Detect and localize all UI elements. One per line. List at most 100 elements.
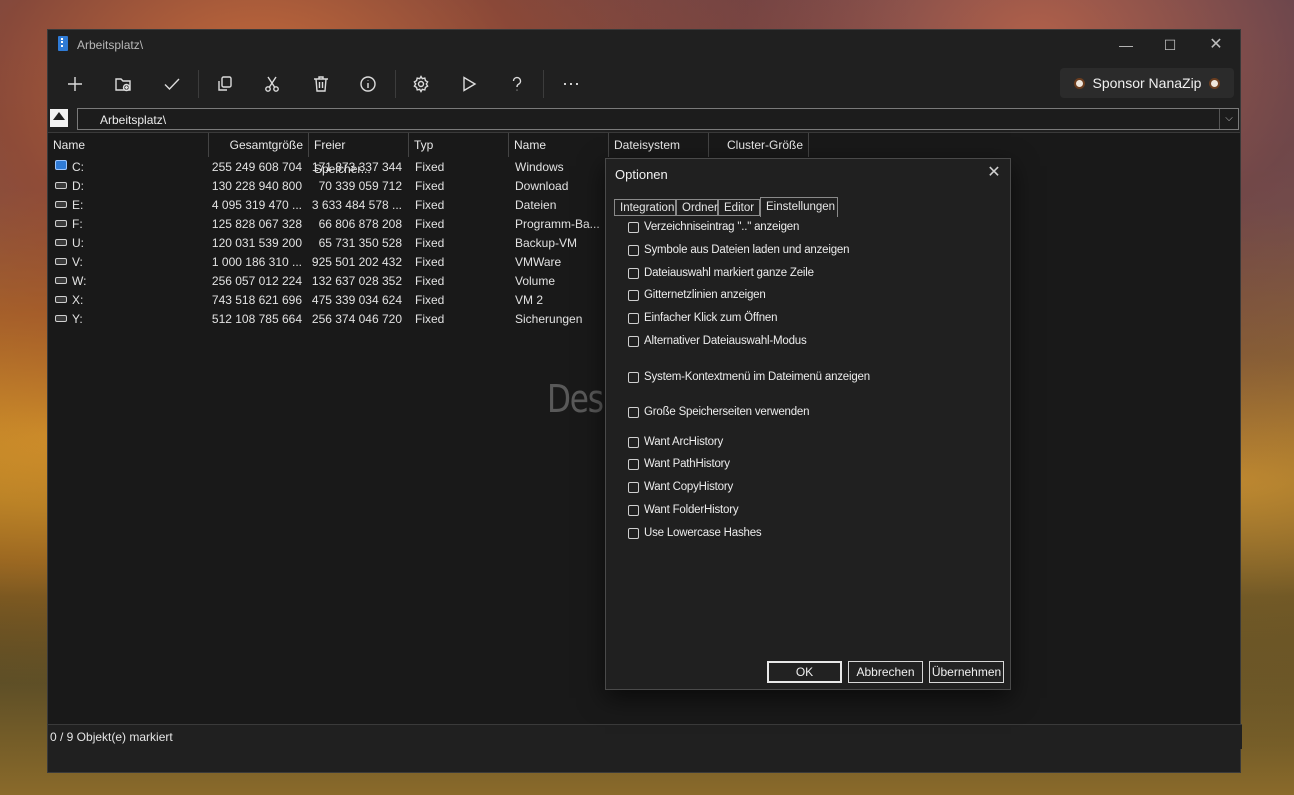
drive-icon — [55, 315, 67, 322]
toolbar: ⋯ Sponsor NanaZip — [48, 60, 1240, 106]
column-header-total-size[interactable]: Gesamtgröße — [209, 133, 309, 157]
checkbox[interactable] — [628, 244, 639, 256]
drive-icon — [55, 220, 67, 227]
volume-label-cell: Dateien — [515, 198, 557, 212]
volume-label-cell: VMWare — [515, 255, 562, 269]
column-header-cluster-size[interactable]: Cluster-Größe — [709, 133, 809, 157]
copy-icon — [218, 76, 232, 91]
total-size-cell: 255 249 608 704 — [211, 160, 302, 174]
checkbox[interactable] — [628, 458, 639, 470]
chevron-down-icon[interactable]: ⌵ — [1219, 109, 1238, 129]
benchmark-button[interactable] — [453, 68, 485, 100]
option-checkbox-row[interactable]: Verzeichniseintrag ".." anzeigen — [628, 219, 799, 235]
type-cell: Fixed — [415, 236, 445, 250]
folder-extract-icon — [115, 78, 131, 92]
column-header-type[interactable]: Typ — [409, 133, 509, 157]
option-checkbox-row[interactable]: Einfacher Klick zum Öffnen — [628, 310, 777, 326]
help-button[interactable] — [501, 68, 533, 100]
checkbox[interactable] — [628, 312, 639, 324]
tab-integration[interactable]: Integration — [614, 199, 676, 216]
free-space-cell: 925 501 202 432 — [311, 255, 402, 269]
maximize-button[interactable]: ☐ — [1148, 32, 1192, 58]
checkbox[interactable] — [628, 335, 639, 347]
apply-button[interactable]: Übernehmen — [929, 661, 1004, 683]
settings-button[interactable] — [405, 68, 437, 100]
move-button[interactable] — [256, 68, 288, 100]
add-button[interactable] — [59, 68, 91, 100]
option-checkbox-row[interactable]: Gitternetzlinien anzeigen — [628, 287, 766, 303]
drive-icon — [55, 201, 67, 208]
checkbox[interactable] — [628, 504, 639, 516]
option-label: Einfacher Klick zum Öffnen — [644, 312, 778, 324]
delete-button[interactable] — [305, 68, 337, 100]
free-space-cell: 66 806 878 208 — [318, 217, 402, 231]
option-checkbox-row[interactable]: Want PathHistory — [628, 456, 730, 472]
type-cell: Fixed — [415, 217, 445, 231]
checkbox[interactable] — [628, 436, 639, 448]
type-cell: Fixed — [415, 312, 445, 326]
checkbox[interactable] — [628, 481, 639, 493]
option-checkbox-row[interactable]: Symbole aus Dateien laden und anzeigen — [628, 242, 850, 258]
option-label: Want ArcHistory — [644, 436, 724, 448]
option-checkbox-row[interactable]: Alternativer Dateiauswahl-Modus — [628, 333, 807, 349]
type-cell: Fixed — [415, 179, 445, 193]
column-header-free-space[interactable]: Freier Speicher... — [309, 133, 409, 176]
column-header-name[interactable]: Name — [48, 133, 209, 157]
checkbox[interactable] — [628, 289, 639, 301]
option-checkbox-row[interactable]: Want ArcHistory — [628, 434, 723, 450]
tab-editor[interactable]: Editor — [718, 199, 760, 216]
free-space-cell: 70 339 059 712 — [318, 179, 402, 193]
copy-button[interactable] — [209, 68, 241, 100]
scissors-icon — [265, 76, 279, 92]
tab-ordner[interactable]: Ordner — [676, 199, 718, 216]
option-label: Verzeichniseintrag ".." anzeigen — [644, 221, 800, 233]
test-button[interactable] — [156, 68, 188, 100]
checkmark-icon — [164, 78, 180, 91]
column-header-filesystem[interactable]: Dateisystem — [609, 133, 709, 157]
address-input[interactable]: Arbeitsplatz\ ⌵ — [77, 108, 1239, 130]
option-checkbox-row[interactable]: Große Speicherseiten verwenden — [628, 404, 810, 420]
drive-name-cell: U: — [72, 236, 84, 250]
option-checkbox-row[interactable]: Want FolderHistory — [628, 502, 739, 518]
info-button[interactable] — [352, 68, 384, 100]
drive-icon — [55, 277, 67, 284]
option-label: Dateiauswahl markiert ganze Zeile — [644, 267, 814, 279]
close-button[interactable]: ✕ — [1194, 32, 1238, 58]
volume-label-cell: Sicherungen — [515, 312, 583, 326]
option-label: Symbole aus Dateien laden und anzeigen — [644, 244, 850, 256]
dialog-close-button[interactable]: ✕ — [984, 163, 1004, 183]
option-checkbox-row[interactable]: Use Lowercase Hashes — [628, 525, 762, 541]
minimize-button[interactable]: — — [1104, 32, 1148, 58]
free-space-cell: 475 339 034 624 — [311, 293, 402, 307]
checkbox[interactable] — [628, 371, 639, 383]
play-icon — [463, 76, 477, 92]
option-label: Gitternetzlinien anzeigen — [644, 289, 766, 301]
type-cell: Fixed — [415, 160, 445, 174]
up-folder-icon[interactable] — [50, 109, 68, 127]
checkbox[interactable] — [628, 527, 639, 539]
dialog-title: Optionen — [615, 167, 668, 182]
type-cell: Fixed — [415, 293, 445, 307]
more-button[interactable]: ⋯ — [555, 68, 587, 100]
column-header-label[interactable]: Name — [509, 133, 609, 157]
volume-label-cell: VM 2 — [515, 293, 544, 307]
checkbox[interactable] — [628, 267, 639, 279]
toolbar-separator — [543, 70, 544, 98]
tab-einstellungen[interactable]: Einstellungen — [760, 197, 838, 217]
sponsor-button[interactable]: Sponsor NanaZip — [1060, 68, 1234, 98]
option-checkbox-row[interactable]: Dateiauswahl markiert ganze Zeile — [628, 265, 814, 281]
checkbox[interactable] — [628, 221, 639, 233]
extract-button[interactable] — [107, 68, 139, 100]
total-size-cell: 120 031 539 200 — [211, 236, 302, 250]
checkbox[interactable] — [628, 406, 639, 418]
drive-name-cell: D: — [72, 179, 84, 193]
option-label: Große Speicherseiten verwenden — [644, 406, 810, 418]
option-checkbox-row[interactable]: Want CopyHistory — [628, 479, 733, 495]
type-cell: Fixed — [415, 255, 445, 269]
ok-button[interactable]: OK — [767, 661, 842, 683]
status-bar: 0 / 9 Objekt(e) markiert — [48, 724, 1242, 749]
window-title: Arbeitsplatz\ — [77, 38, 144, 52]
option-checkbox-row[interactable]: System-Kontextmenü im Dateimenü anzeigen — [628, 369, 870, 385]
address-path: Arbeitsplatz\ — [100, 113, 167, 127]
cancel-button[interactable]: Abbrechen — [848, 661, 923, 683]
